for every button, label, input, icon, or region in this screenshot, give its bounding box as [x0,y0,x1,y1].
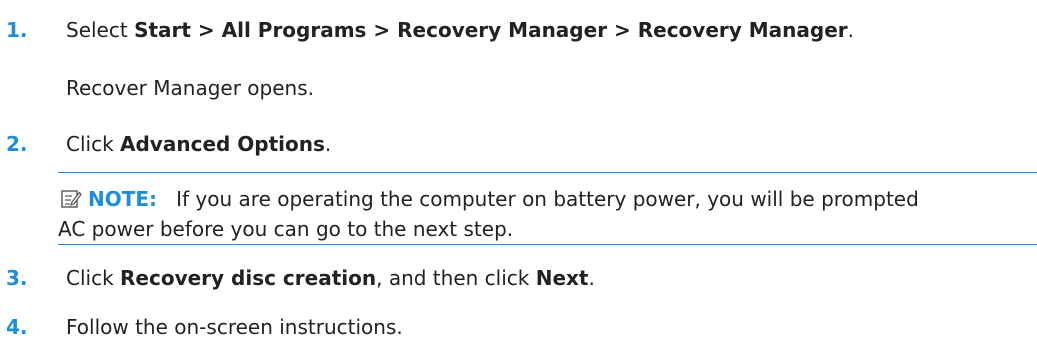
note-line-2: AC power before you can go to the next s… [58,217,514,241]
step-number: 2. [6,132,28,156]
step-suffix: . [847,18,854,42]
step-1-result: Recover Manager opens. [66,76,314,100]
step-number: 1. [6,18,28,42]
recovery-disc-creation-label: Recovery disc creation [120,266,377,290]
step-text: Follow the on-screen instructions. [66,315,403,339]
step-number: 3. [6,266,28,290]
step-text: Click Advanced Options. [66,131,331,157]
step-prefix: Click [66,266,121,290]
step-middle: , and then click [376,266,536,290]
step-prefix: Click [66,132,121,156]
instructions-page: 1. Select Start > All Programs > Recover… [0,0,1037,347]
step-text: Click Recovery disc creation, and then c… [66,265,595,291]
advanced-options-label: Advanced Options [120,132,325,156]
menu-path: Start > All Programs > Recovery Manager … [134,18,848,42]
note-pencil-icon [61,190,82,208]
note-label: NOTE: [88,187,158,211]
next-label: Next [535,266,589,290]
note-top-rule [58,172,1037,173]
step-suffix: . [324,132,332,156]
step-text: Select Start > All Programs > Recovery M… [66,17,854,43]
step-number: 4. [6,315,28,339]
note-text-1: If you are operating the computer on bat… [176,187,919,211]
step-prefix: Select [66,18,135,42]
note-line-1: NOTE: If you are operating the computer … [88,186,919,212]
step-suffix: . [588,266,595,290]
note-bottom-rule [58,244,1037,245]
